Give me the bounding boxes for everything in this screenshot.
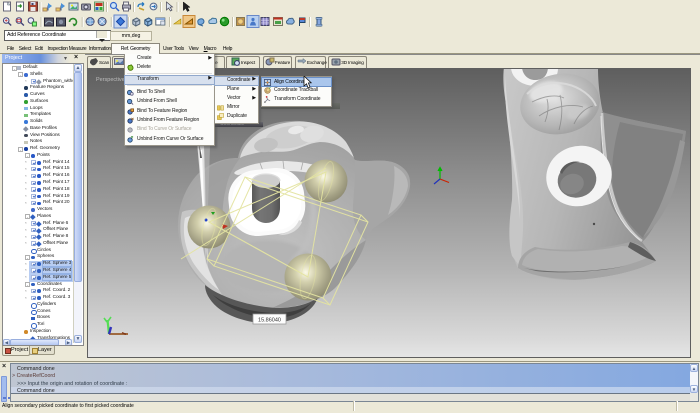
svg-text:Perspective: Perspective <box>96 77 125 83</box>
svg-text:15.86040: 15.86040 <box>258 318 281 324</box>
